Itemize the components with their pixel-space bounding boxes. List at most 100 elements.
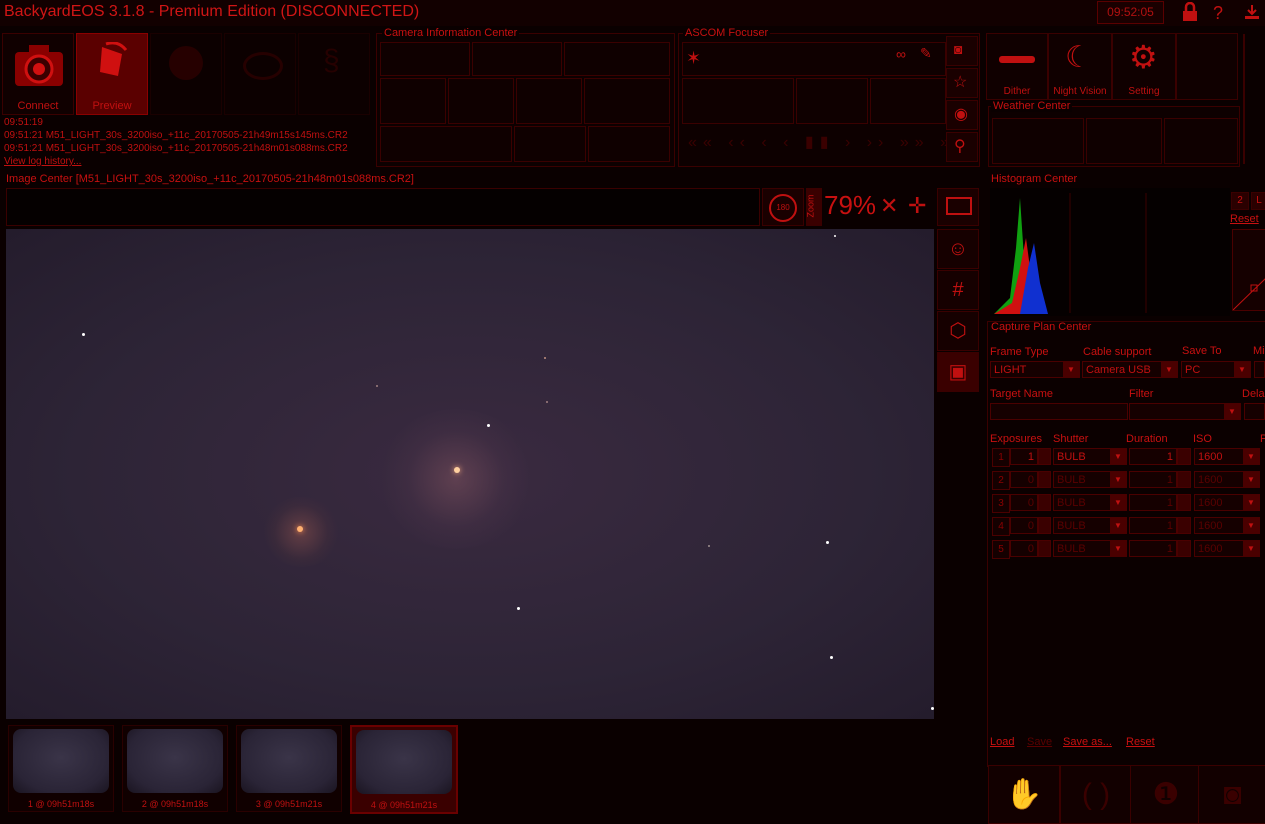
iso-select[interactable]: 1600 ▼ (1194, 540, 1260, 557)
iso-select[interactable]: 1600 ▼ (1194, 471, 1260, 488)
shutter-select[interactable]: BULB ▼ (1053, 471, 1127, 488)
pencil-icon[interactable]: ✎ (920, 45, 932, 62)
log-line: 09:51:21 M51_LIGHT_30s_3200iso_+11c_2017… (4, 143, 348, 154)
expand-icon[interactable]: ✛ (908, 193, 926, 219)
image-center-title: Image Center [M51_LIGHT_30s_3200iso_+11c… (6, 173, 414, 185)
shutter-value: BULB (1057, 520, 1086, 532)
loop-button[interactable]: ( ) (1060, 765, 1132, 824)
thumbnail[interactable]: 2 @ 09h51m18s (122, 725, 228, 812)
exposure-count-stepper[interactable] (1038, 540, 1051, 557)
duration-stepper[interactable] (1177, 517, 1191, 534)
histogram-reset-link[interactable]: Reset (1230, 213, 1259, 225)
info-cell (472, 42, 562, 76)
star-icon[interactable]: ✶ (686, 48, 701, 69)
save-as-link[interactable]: Save as... (1063, 736, 1112, 748)
image-tool-button[interactable]: ▣ (937, 352, 979, 392)
duration-stepper[interactable] (1177, 471, 1191, 488)
curve-panel[interactable] (1232, 229, 1265, 311)
chevron-down-icon: ▼ (1110, 495, 1126, 510)
exposure-count-stepper[interactable] (1038, 448, 1051, 465)
load-link[interactable]: Load (990, 736, 1014, 748)
reset-link[interactable]: Reset (1126, 736, 1155, 748)
toolbar-button-3[interactable] (150, 33, 222, 115)
target-name-label: Target Name (990, 388, 1053, 400)
iso-select[interactable]: 1600 ▼ (1194, 517, 1260, 534)
cube-tool-button[interactable]: ⬡ (937, 311, 979, 351)
camera-info-title: Camera Information Center (382, 27, 520, 39)
weather-cell (1086, 118, 1162, 164)
thumbnail[interactable]: 3 @ 09h51m21s (236, 725, 342, 812)
delay-field[interactable] (1244, 403, 1265, 420)
duration-input[interactable]: 1 (1129, 540, 1177, 557)
log-history-link[interactable]: View log history... (4, 155, 348, 168)
capture-button[interactable]: ◙ (1198, 765, 1265, 824)
dither-button[interactable]: Dither (986, 33, 1048, 100)
focuser-status (682, 42, 946, 76)
shutter-select[interactable]: BULB ▼ (1053, 540, 1127, 557)
iso-select[interactable]: 1600 ▼ (1194, 448, 1260, 465)
face-tool-button[interactable]: ☺ (937, 229, 979, 269)
night-vision-button[interactable]: ☾ Night Vision (1048, 33, 1112, 100)
mi-field[interactable] (1254, 361, 1265, 378)
duration-stepper[interactable] (1177, 540, 1191, 557)
iso-value: 1600 (1198, 451, 1223, 463)
star (834, 235, 836, 237)
duration-input[interactable]: 1 (1129, 494, 1177, 511)
shutter-select[interactable]: BULB ▼ (1053, 517, 1127, 534)
exposure-count-input[interactable]: 0 (1010, 540, 1038, 557)
info-cell (516, 78, 582, 124)
binoculars-icon[interactable]: ∞ (896, 46, 906, 62)
thumbnail-selected[interactable]: 4 @ 09h51m21s (350, 725, 458, 814)
iso-value: 1600 (1198, 474, 1223, 486)
exposure-count-input[interactable]: 0 (1010, 494, 1038, 511)
histogram-2-button[interactable]: 2 (1231, 192, 1249, 210)
duration-input[interactable]: 1 (1129, 448, 1177, 465)
duration-input[interactable]: 1 (1129, 471, 1177, 488)
exposure-count-stepper[interactable] (1038, 471, 1051, 488)
download-icon[interactable] (1240, 2, 1264, 24)
app-title: BackyardEOS 3.1.8 - Premium Edition (DIS… (4, 3, 420, 20)
exposure-count-stepper[interactable] (1038, 494, 1051, 511)
shutter-select[interactable]: BULB ▼ (1053, 494, 1127, 511)
toolbar-button-5[interactable]: § (298, 33, 370, 115)
duration-stepper[interactable] (1177, 448, 1191, 465)
connect-button[interactable]: Connect (2, 33, 74, 115)
save-link[interactable]: Save (1027, 736, 1052, 748)
toolbar-button-empty[interactable] (1176, 33, 1238, 100)
exposure-count-input[interactable]: 0 (1010, 471, 1038, 488)
iso-select[interactable]: 1600 ▼ (1194, 494, 1260, 511)
info-button[interactable]: ❶ (1130, 765, 1202, 824)
duration-stepper[interactable] (1177, 494, 1191, 511)
preview-button[interactable]: Preview (76, 33, 148, 115)
shutter-select[interactable]: BULB ▼ (1053, 448, 1127, 465)
focuser-cell (682, 78, 794, 124)
thumbnail[interactable]: 1 @ 09h51m18s (8, 725, 114, 812)
duration-input[interactable]: 1 (1129, 517, 1177, 534)
toolbar-button-4[interactable] (224, 33, 296, 115)
mi-label: Mi (1253, 345, 1265, 357)
filter-select[interactable]: ▼ (1129, 403, 1241, 420)
monitor-button[interactable] (937, 188, 979, 226)
lock-icon[interactable] (1178, 1, 1202, 24)
exposure-count-stepper[interactable] (1038, 517, 1051, 534)
rotate-button[interactable]: 180 (762, 188, 804, 226)
focuser-step-buttons[interactable]: «« ‹‹ ‹ ‹ ▮▮ › ›› »» » (688, 132, 955, 152)
frame-type-value: LIGHT (994, 364, 1027, 376)
frame-type-select[interactable]: LIGHT ▼ (990, 361, 1080, 378)
histogram-l-button[interactable]: L (1251, 192, 1265, 210)
setting-button[interactable]: ⚙ Setting (1112, 33, 1176, 100)
shrink-icon[interactable]: ✕ (880, 193, 898, 219)
help-icon[interactable]: ? (1206, 2, 1230, 24)
thumbnail-caption: 1 @ 09h51m18s (27, 799, 95, 809)
cable-select[interactable]: Camera USB ▼ (1082, 361, 1178, 378)
exposure-count-input[interactable]: 1 (1010, 448, 1038, 465)
focuser-cell (870, 78, 946, 124)
shutter-value: BULB (1057, 451, 1086, 463)
hand-button[interactable]: ✋ (988, 765, 1060, 824)
grid-tool-button[interactable]: # (937, 270, 979, 310)
astro-image[interactable] (6, 229, 934, 719)
info-cell (588, 126, 670, 162)
exposure-count-input[interactable]: 0 (1010, 517, 1038, 534)
save-to-select[interactable]: PC ▼ (1181, 361, 1251, 378)
target-name-input[interactable] (990, 403, 1128, 420)
